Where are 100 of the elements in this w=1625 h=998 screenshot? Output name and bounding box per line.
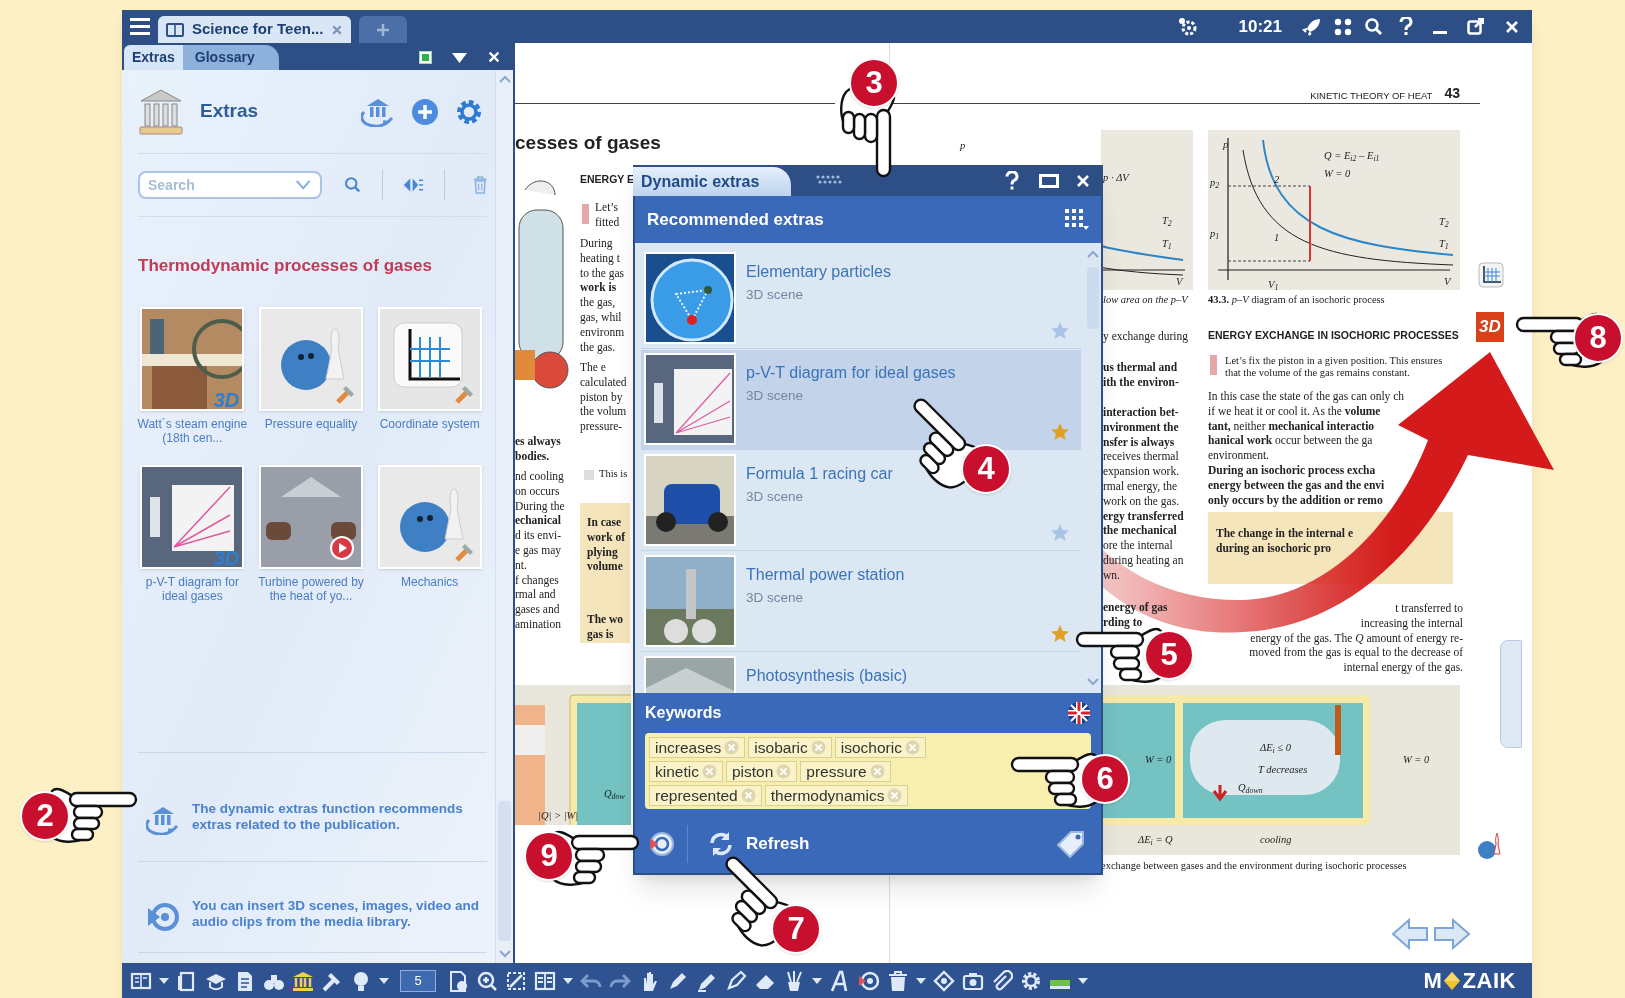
keyword-tag[interactable]: isochoric: [834, 737, 926, 758]
columns-icon[interactable]: [534, 969, 556, 992]
extra-row[interactable]: p-V-T diagram for ideal gases 3D scene: [641, 350, 1081, 450]
page-number: 43: [1444, 86, 1460, 100]
dropdown-icon[interactable]: [452, 52, 467, 64]
extra-title: p-V-T diagram for ideal gases: [746, 363, 956, 383]
caret-icon[interactable]: [812, 976, 822, 985]
new-tab-button[interactable]: [359, 16, 408, 43]
extra-row[interactable]: Elementary particles 3D scene: [641, 249, 1081, 349]
label: 1: [1274, 231, 1280, 245]
flag-icon[interactable]: [1067, 701, 1091, 725]
keyword-tag[interactable]: pressure: [800, 761, 891, 782]
keyword-tag[interactable]: kinetic: [649, 761, 723, 782]
keyword-tag[interactable]: represented: [649, 785, 762, 806]
label: Q = E$_{i2}$ – E$_{i1}$: [1324, 149, 1380, 164]
paragraph: The e calculated piston by the volum pressure-: [580, 360, 627, 434]
keywords-field[interactable]: increases isobaric isochoric kinetic piston pressure represented thermodynamics: [645, 733, 1091, 809]
tag-icon[interactable]: [1057, 830, 1085, 858]
heading: ENERGY E: [580, 172, 635, 187]
help-icon[interactable]: [1399, 17, 1413, 36]
caret-icon[interactable]: [563, 976, 573, 985]
refresh-button[interactable]: Refresh: [700, 826, 818, 862]
extra-type: 3D scene: [746, 286, 804, 304]
section-header: Recommended extras: [647, 208, 824, 231]
heading: cesses of gases: [515, 131, 661, 155]
scrollbar[interactable]: [495, 70, 513, 963]
paragraph: y exchange during: [1103, 329, 1188, 344]
label: Q$_{down}$: [1238, 781, 1263, 796]
status-indicator-icon: [419, 51, 432, 64]
label: p · ΔV: [1103, 171, 1129, 185]
label: W = 0: [1403, 753, 1430, 767]
grid-menu-icon[interactable]: [1065, 208, 1089, 231]
star-icon[interactable]: [1050, 321, 1070, 341]
logo: M ZAIK: [1423, 967, 1516, 995]
add-icon[interactable]: [411, 97, 439, 126]
bowling-icon[interactable]: [1476, 832, 1502, 860]
search-icon[interactable]: [1364, 17, 1383, 36]
close-icon[interactable]: [1075, 172, 1091, 189]
media-icon[interactable]: [647, 830, 675, 858]
caret-icon[interactable]: [1078, 976, 1088, 985]
paperclip-icon[interactable]: [991, 969, 1013, 992]
label: ΔE$_{i}$ ≤ 0: [1260, 741, 1292, 756]
caret-icon[interactable]: [159, 976, 169, 985]
panel-tab[interactable]: Extras: [124, 45, 183, 70]
step-number: 8: [1573, 313, 1623, 363]
close-panel-icon[interactable]: [487, 50, 501, 64]
label: W = 0: [1145, 753, 1172, 767]
section-title: Thermodynamic processes of gases: [138, 255, 433, 277]
side-handle[interactable]: [1500, 640, 1522, 748]
page-number-field[interactable]: 5: [400, 969, 436, 992]
zoom-icon[interactable]: [476, 969, 498, 992]
paragraph: Let’s fix the piston in a given position. This ensures that the volume of the gas remains constant.: [1225, 355, 1443, 379]
step-number: 2: [20, 791, 70, 841]
paragraph: nd cooling on occurs During the echanical d its envi- e gas may nt. f changes rmal and gases and amination: [515, 469, 565, 632]
trash-icon[interactable]: [887, 969, 909, 992]
keyword-tag[interactable]: increases: [649, 737, 746, 758]
paragraph: es always bodies.: [515, 434, 561, 464]
highlighter-icon[interactable]: [725, 969, 747, 992]
apps-icon[interactable]: [1334, 17, 1352, 36]
keyword-tag[interactable]: isobaric: [748, 737, 832, 758]
bank-icon[interactable]: [292, 969, 314, 992]
search-field[interactable]: Search: [138, 171, 322, 199]
document-tab[interactable]: Science for Teen...: [158, 16, 352, 43]
caret-icon[interactable]: [916, 976, 926, 985]
gear-icon[interactable]: [1020, 969, 1042, 992]
star-icon[interactable]: [1050, 523, 1070, 543]
close-icon[interactable]: [1504, 18, 1520, 35]
page-add-icon[interactable]: [447, 969, 469, 992]
rocket-icon[interactable]: [1302, 16, 1322, 37]
extra-row[interactable]: Thermal power station 3D scene: [641, 552, 1081, 652]
chart-tool-icon[interactable]: [1478, 262, 1504, 288]
label: cooling: [1260, 833, 1292, 847]
dynamic-extras-icon[interactable]: [361, 96, 395, 127]
crop-icon[interactable]: [505, 969, 527, 992]
help-icon[interactable]: [1005, 170, 1019, 191]
keyword-tag[interactable]: thermodynamics: [764, 785, 909, 806]
label: T decreases: [1258, 763, 1308, 777]
maximize-icon[interactable]: [1039, 173, 1059, 188]
extra-title: Elementary particles: [746, 262, 891, 282]
media-icon[interactable]: [858, 969, 880, 992]
settings-icon[interactable]: [455, 97, 483, 126]
badge-3d[interactable]: 3D: [1476, 312, 1504, 342]
star-icon[interactable]: [1050, 422, 1070, 442]
caret-icon[interactable]: [379, 976, 389, 985]
gear-person-icon[interactable]: [1176, 16, 1199, 37]
shapes-icon[interactable]: [933, 969, 955, 992]
book-icon: [166, 22, 184, 37]
menu-icon[interactable]: [130, 18, 150, 35]
label: p: [960, 139, 966, 153]
paragraph-marker: [584, 470, 594, 480]
keyword-tag[interactable]: piston: [725, 761, 798, 782]
panel-title: Extras: [200, 99, 259, 124]
star-icon[interactable]: [1050, 624, 1070, 644]
paragraph: interaction bet- nvironment the nsfer is always receives thermal expansion work. rmal energy, the work on the gas. ergy transferred the mechanical ore the internal during heating an wn.: [1103, 405, 1184, 583]
panel-tab[interactable]: Glossary: [182, 45, 279, 70]
paragraph: us thermal and ith the environ-: [1103, 360, 1179, 390]
label: W = 0: [1324, 167, 1351, 181]
label: Q$_{dow}$: [604, 787, 625, 802]
tip-text: You can insert 3D scenes, images, video and audio clips from the media library.: [192, 898, 481, 930]
restore-icon[interactable]: [1467, 18, 1484, 35]
